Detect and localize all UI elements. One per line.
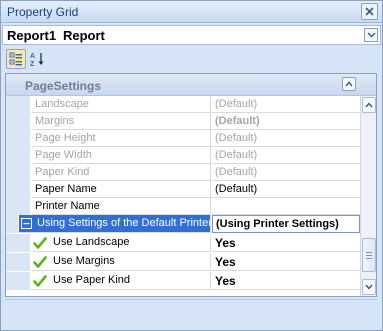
minus-icon [23, 223, 30, 225]
property-name: Page Width [31, 147, 211, 164]
property-value[interactable]: (Default) [212, 113, 360, 130]
property-name: Landscape [31, 96, 211, 113]
object-name: Report1 [7, 28, 57, 43]
object-type: Report [63, 28, 105, 43]
toolbar: A Z [2, 47, 381, 71]
row-gutter [6, 215, 18, 233]
property-value[interactable]: (Default) [212, 164, 360, 181]
row-gutter [6, 181, 30, 198]
category-label: PageSettings [25, 79, 102, 93]
scroll-down-button[interactable] [362, 279, 376, 295]
property-row-paper-kind[interactable]: Paper Kind (Default) [6, 164, 360, 181]
property-name: Margins [31, 113, 211, 130]
row-gutter [6, 96, 30, 113]
chevron-down-icon [365, 284, 373, 290]
svg-text:Z: Z [30, 61, 35, 67]
object-selector[interactable]: Report1 Report [2, 25, 381, 45]
collapse-category-button[interactable] [342, 77, 356, 91]
property-name: Use Paper Kind [31, 272, 211, 290]
property-row-landscape[interactable]: Landscape (Default) [6, 96, 360, 113]
close-button[interactable] [361, 3, 378, 20]
row-gutter [6, 113, 30, 130]
property-value[interactable]: (Default) [212, 96, 360, 113]
row-gutter [6, 198, 30, 215]
window-title: Property Grid [7, 5, 79, 19]
vertical-scrollbar[interactable] [360, 96, 376, 296]
property-name: Paper Name [31, 181, 211, 198]
property-name: Use Margins [31, 253, 211, 271]
scroll-thumb[interactable] [362, 238, 376, 272]
property-name: Use Landscape [31, 234, 211, 252]
chevron-up-icon [365, 102, 373, 108]
category-header[interactable]: PageSettings [6, 74, 376, 96]
categorized-icon [9, 52, 22, 66]
description-panel [5, 299, 377, 326]
check-icon [33, 237, 47, 249]
chevron-down-icon [367, 32, 375, 38]
categorized-button[interactable] [6, 49, 26, 69]
title-bar: Property Grid [1, 1, 382, 23]
property-row-paper-name[interactable]: Paper Name (Default) [6, 181, 360, 198]
property-row-use-landscape[interactable]: Use Landscape Yes [6, 234, 360, 252]
chevron-up-icon [345, 81, 353, 87]
row-gutter [6, 164, 30, 181]
property-name: Printer Name [31, 198, 211, 215]
property-name: Paper Kind [31, 164, 211, 181]
check-icon [33, 275, 47, 287]
property-value[interactable]: Yes [212, 272, 360, 290]
property-row-using-default-printer[interactable]: Using Settings of the Default Printer (U… [6, 215, 360, 233]
property-rows: Landscape (Default) Margins (Default) Pa… [6, 96, 360, 296]
property-value[interactable]: (Default) [212, 147, 360, 164]
property-value[interactable]: Yes [212, 253, 360, 271]
row-gutter [6, 147, 30, 164]
scroll-up-button[interactable] [362, 97, 376, 113]
property-row-use-paper-kind[interactable]: Use Paper Kind Yes [6, 272, 360, 290]
property-name: Using Settings of the Default Printer [19, 215, 211, 233]
property-value[interactable]: (Default) [212, 130, 360, 147]
property-row-printer-name[interactable]: Printer Name [6, 198, 360, 215]
check-icon [33, 256, 47, 268]
property-row-page-height[interactable]: Page Height (Default) [6, 130, 360, 147]
row-gutter [6, 253, 30, 271]
property-value[interactable]: (Default) [212, 181, 360, 198]
property-name: Page Height [31, 130, 211, 147]
svg-text:A: A [30, 53, 35, 60]
property-value[interactable]: Yes [212, 234, 360, 252]
collapse-property-button[interactable] [21, 218, 32, 229]
property-value[interactable] [212, 198, 360, 215]
row-gutter [6, 234, 30, 252]
property-row-page-width[interactable]: Page Width (Default) [6, 147, 360, 164]
row-gutter [6, 130, 30, 147]
object-selector-dropdown-button[interactable] [364, 28, 378, 42]
sort-alphabetical-icon: A Z [30, 53, 44, 67]
property-row-use-margins[interactable]: Use Margins Yes [6, 253, 360, 271]
row-gutter [6, 272, 30, 290]
alphabetical-button[interactable]: A Z [28, 49, 48, 69]
property-row-margins[interactable]: Margins (Default) [6, 113, 360, 130]
close-icon [365, 7, 374, 16]
property-grid-window: Property Grid Report1 Report A Z PageSet… [0, 0, 383, 331]
property-value[interactable]: (Using Printer Settings) [212, 215, 360, 233]
property-grid: PageSettings Landscape (Default) Margins… [5, 73, 377, 297]
